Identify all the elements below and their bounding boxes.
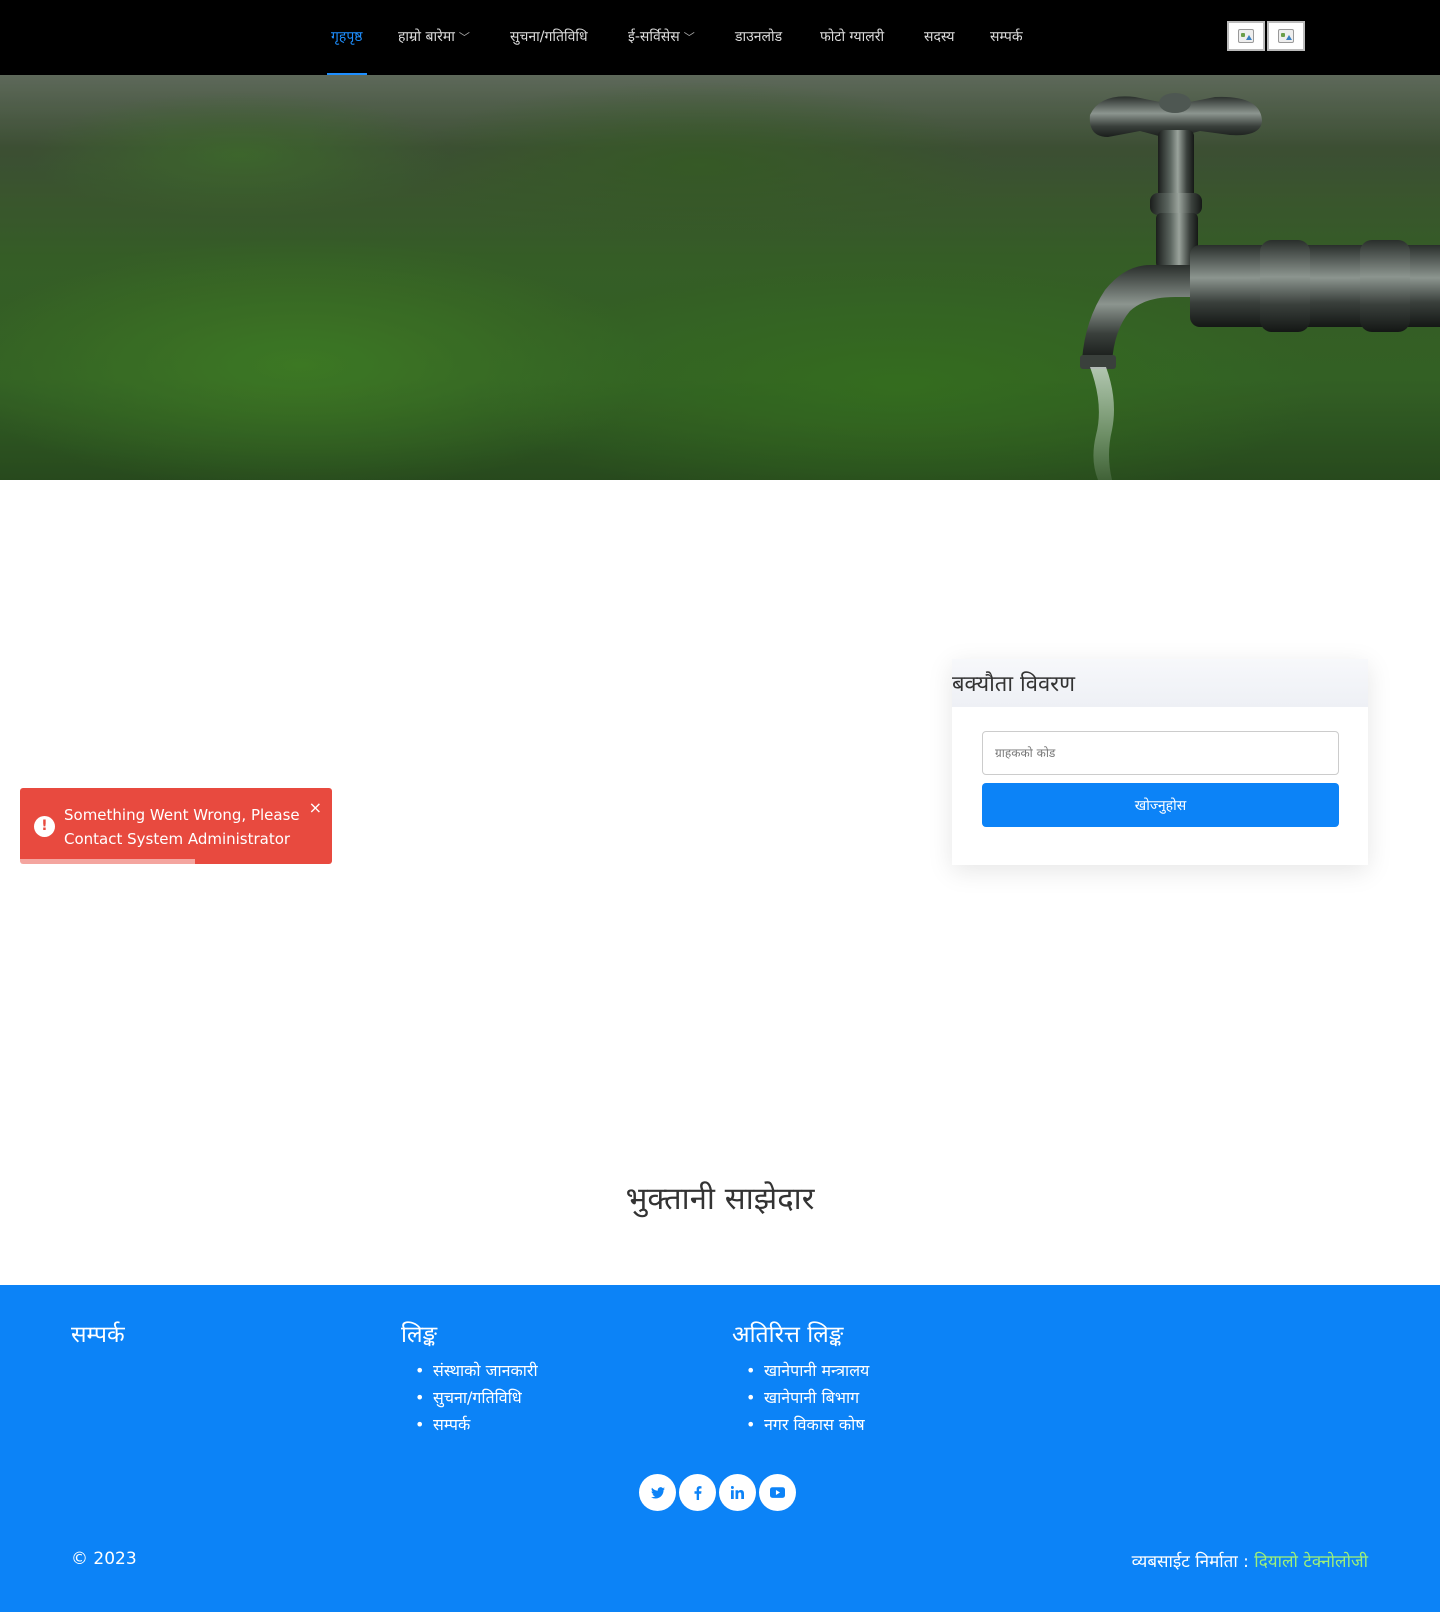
footer-link-about[interactable]: संस्थाको जानकारी <box>401 1357 538 1384</box>
footer-link-department[interactable]: खानेपानी बिभाग <box>732 1384 869 1411</box>
due-lookup-title: बक्यौता विवरण <box>952 672 1076 697</box>
chevron-down-icon: ﹀ <box>683 31 695 44</box>
customer-code-input[interactable] <box>982 731 1339 775</box>
toast-message: Something Went Wrong, Please Contact Sys… <box>64 806 300 848</box>
nav-item-label: गृहपृष्ठ <box>331 29 363 45</box>
footer-contact-title: सम्पर्क <box>71 1322 125 1348</box>
nav-item-contact[interactable]: सम्पर्क <box>990 0 1023 75</box>
nav-item-about[interactable]: हाम्रो बारेमा ﹀ <box>398 0 470 75</box>
alert-icon: ! <box>34 816 55 837</box>
chevron-down-icon: ﹀ <box>458 31 470 44</box>
nav-item-label: फोटो ग्यालरी <box>820 29 885 45</box>
hero-banner <box>0 75 1440 480</box>
nav-item-gallery[interactable]: फोटो ग्यालरी <box>820 0 884 75</box>
nav-item-label: हाम्रो बारेमा <box>398 29 455 45</box>
facebook-icon[interactable] <box>679 1474 716 1511</box>
footer-extra-links-list: खानेपानी मन्त्रालय खानेपानी बिभाग नगर वि… <box>732 1357 869 1438</box>
nav-item-notices[interactable]: सुचना/गतिविधि <box>510 0 588 75</box>
twitter-icon[interactable] <box>639 1474 676 1511</box>
nav-item-home[interactable]: गृहपृष्ठ <box>327 0 366 75</box>
language-button-2[interactable] <box>1267 21 1305 51</box>
footer-link-contact[interactable]: सम्पर्क <box>401 1411 538 1438</box>
footer: सम्पर्क लिङ्क संस्थाको जानकारी सुचना/गति… <box>0 1285 1440 1612</box>
search-button[interactable]: खोज्नुहोस <box>982 783 1339 827</box>
broken-image-icon <box>1238 29 1254 43</box>
toast-progress-bar <box>20 859 195 864</box>
due-lookup-card: बक्यौता विवरण खोज्नुहोस <box>952 659 1368 865</box>
nav-item-label: डाउनलोड <box>735 29 783 45</box>
footer-link-ministry[interactable]: खानेपानी मन्त्रालय <box>732 1357 869 1384</box>
footer-link-town-fund[interactable]: नगर विकास कोष <box>732 1411 869 1438</box>
copyright-text: © 2023 <box>71 1549 137 1569</box>
language-button-1[interactable] <box>1227 21 1265 51</box>
footer-extra-links-title: अतिरित्त लिङ्क <box>732 1322 844 1348</box>
linkedin-icon[interactable] <box>719 1474 756 1511</box>
youtube-icon[interactable] <box>759 1474 796 1511</box>
nav-item-label: सम्पर्क <box>990 29 1023 45</box>
nav-item-label: ई-सर्विसेस <box>628 29 680 45</box>
nav-item-eservices[interactable]: ई-सर्विसेस ﹀ <box>628 0 695 75</box>
payment-partner-title: भुक्तानी साझेदार <box>625 1181 815 1217</box>
footer-links-title: लिङ्क <box>401 1322 438 1348</box>
water-tap-image <box>1080 93 1440 480</box>
credit-link[interactable]: दियालो टेक्नोलोजी <box>1254 1552 1368 1572</box>
developer-credit: व्यबसाईट निर्माता : दियालो टेक्नोलोजी <box>1132 1549 1368 1572</box>
top-navbar: गृहपृष्ठ हाम्रो बारेमा ﹀ सुचना/गतिविधि ई-… <box>0 0 1440 75</box>
error-toast: ! Something Went Wrong, Please Contact S… <box>20 788 332 864</box>
nav-item-label: सदस्य <box>924 29 955 45</box>
broken-image-icon <box>1278 29 1294 43</box>
nav-item-download[interactable]: डाउनलोड <box>735 0 782 75</box>
nav-item-members[interactable]: सदस्य <box>924 0 954 75</box>
credit-label: व्यबसाईट निर्माता : <box>1131 1552 1249 1572</box>
nav-item-label: सुचना/गतिविधि <box>510 29 588 45</box>
close-icon[interactable]: × <box>309 798 322 817</box>
footer-links-list: संस्थाको जानकारी सुचना/गतिविधि सम्पर्क <box>401 1357 538 1438</box>
footer-link-notices[interactable]: सुचना/गतिविधि <box>401 1384 538 1411</box>
